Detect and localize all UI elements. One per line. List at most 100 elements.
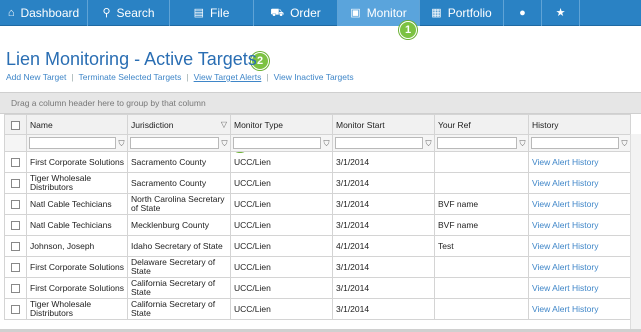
nav-file-label: File <box>210 6 230 20</box>
filter-icon[interactable]: ⛉ <box>621 139 628 148</box>
filter-cell-jurisdiction: ⛉ <box>127 134 231 152</box>
view-alert-history-link[interactable]: View Alert History <box>532 262 598 272</box>
nav-favorites[interactable]: ★ <box>542 0 580 26</box>
cell-history: View Alert History <box>528 298 631 320</box>
nav-user[interactable]: ● <box>504 0 542 26</box>
cell-monitor-type: UCC/Lien <box>230 172 333 194</box>
cell-jurisdiction: Idaho Secretary of State <box>127 235 231 257</box>
filter-icon[interactable]: ⛉ <box>323 139 330 148</box>
row-checkbox[interactable] <box>11 241 20 251</box>
nav-order[interactable]: ⛟ Order <box>254 0 338 26</box>
monitor-icon: ▣ <box>350 6 361 19</box>
view-target-alerts-link[interactable]: View Target Alerts <box>194 72 262 82</box>
cell-jurisdiction: Mecklenburg County <box>127 214 231 236</box>
filter-icon[interactable]: ⛉ <box>221 139 228 148</box>
vertical-scrollbar[interactable] <box>630 134 641 332</box>
row-checkbox[interactable] <box>11 178 20 188</box>
view-alert-history-link[interactable]: View Alert History <box>532 241 598 251</box>
column-header-name[interactable]: Name <box>26 114 128 135</box>
row-select-cell <box>4 277 27 299</box>
nav-dashboard[interactable]: ⌂ Dashboard <box>0 0 88 26</box>
nav-dashboard-label: Dashboard <box>20 6 80 20</box>
grid-filter-row: ⛉ ⛉ ⛉ ⛉ ⛉ ⛉ <box>4 134 631 152</box>
top-navigation: ⌂ Dashboard ⚲ Search ▤ File ⛟ Order ▣ Mo… <box>0 0 641 26</box>
nav-portfolio[interactable]: ▦ Portfolio <box>420 0 504 26</box>
row-checkbox[interactable] <box>11 262 20 272</box>
view-alert-history-link[interactable]: View Alert History <box>532 178 598 188</box>
nav-search[interactable]: ⚲ Search <box>88 0 170 26</box>
page-title: Lien Monitoring - Active Targets <box>6 49 257 69</box>
row-select-cell <box>4 193 27 215</box>
cell-monitor-start: 3/1/2014 <box>332 277 435 299</box>
view-alert-history-link[interactable]: View Alert History <box>532 304 598 314</box>
row-select-cell <box>4 256 27 278</box>
row-checkbox[interactable] <box>11 157 20 167</box>
cell-your-ref: Test <box>434 235 529 257</box>
row-checkbox[interactable] <box>11 283 20 293</box>
add-new-target-link[interactable]: Add New Target <box>6 72 66 82</box>
cell-name: Natl Cable Techicians <box>26 193 128 215</box>
table-row: First Corporate Solutions Sacramento Cou… <box>4 151 631 173</box>
filter-icon[interactable]: ⛉ <box>118 139 125 148</box>
cell-jurisdiction: Delaware Secretary of State <box>127 256 231 278</box>
cell-name: Natl Cable Techicians <box>26 214 128 236</box>
cell-name: Johnson, Joseph <box>26 235 128 257</box>
column-header-your-ref[interactable]: Your Ref <box>434 114 529 135</box>
cell-monitor-start: 3/1/2014 <box>332 214 435 236</box>
monitor-type-filter-input[interactable] <box>233 137 321 149</box>
star-icon: ★ <box>555 6 566 19</box>
cell-history: View Alert History <box>528 214 631 236</box>
row-select-cell <box>4 214 27 236</box>
view-alert-history-link[interactable]: View Alert History <box>532 220 598 230</box>
search-icon: ⚲ <box>102 6 111 19</box>
history-filter-input[interactable] <box>531 137 619 149</box>
nav-monitor-label: Monitor <box>366 6 407 20</box>
row-select-cell <box>4 151 27 173</box>
row-checkbox[interactable] <box>11 304 20 314</box>
cell-your-ref <box>434 277 529 299</box>
nav-search-label: Search <box>116 6 155 20</box>
cell-monitor-start: 3/1/2014 <box>332 256 435 278</box>
cell-monitor-type: UCC/Lien <box>230 151 333 173</box>
grid-header-row: Name Jurisdiction ▽ Monitor Type Monitor … <box>4 114 631 135</box>
view-alert-history-link[interactable]: View Alert History <box>532 157 598 167</box>
view-alert-history-link[interactable]: View Alert History <box>532 283 598 293</box>
table-row: First Corporate Solutions California Sec… <box>4 277 631 299</box>
nav-file[interactable]: ▤ File <box>170 0 254 26</box>
select-all-header <box>4 114 27 135</box>
nav-order-label: Order <box>290 6 321 20</box>
terminate-selected-targets-link[interactable]: Terminate Selected Targets <box>79 72 182 82</box>
column-header-jurisdiction[interactable]: Jurisdiction ▽ <box>127 114 231 135</box>
action-links: Add New Target | Terminate Selected Targ… <box>6 72 354 82</box>
jurisdiction-filter-input[interactable] <box>130 137 219 149</box>
filter-icon[interactable]: ⛉ <box>425 139 432 148</box>
row-select-cell <box>4 172 27 194</box>
column-header-history[interactable]: History <box>528 114 631 135</box>
cell-monitor-type: UCC/Lien <box>230 235 333 257</box>
cell-your-ref: BVF name <box>434 214 529 236</box>
cell-name: Tiger Wholesale Distributors <box>26 172 128 194</box>
separator: | <box>266 72 269 82</box>
view-inactive-targets-link[interactable]: View Inactive Targets <box>274 72 354 82</box>
table-row: Natl Cable Techicians North Carolina Sec… <box>4 193 631 215</box>
cell-monitor-type: UCC/Lien <box>230 298 333 320</box>
select-all-checkbox[interactable] <box>11 120 20 130</box>
cell-monitor-type: UCC/Lien <box>230 256 333 278</box>
table-row: First Corporate Solutions Delaware Secre… <box>4 256 631 278</box>
monitor-start-filter-input[interactable] <box>335 137 423 149</box>
home-icon: ⌂ <box>7 6 15 19</box>
user-icon: ● <box>519 6 526 19</box>
name-filter-input[interactable] <box>29 137 116 149</box>
column-header-monitor-start[interactable]: Monitor Start <box>332 114 435 135</box>
column-header-monitor-type[interactable]: Monitor Type <box>230 114 333 135</box>
row-checkbox[interactable] <box>11 199 20 209</box>
callout-badge-1: 1 <box>399 21 417 39</box>
view-alert-history-link[interactable]: View Alert History <box>532 199 598 209</box>
group-by-drop-zone[interactable]: Drag a column header here to group by th… <box>0 92 641 114</box>
filter-icon[interactable]: ⛉ <box>519 139 526 148</box>
cell-history: View Alert History <box>528 193 631 215</box>
cell-your-ref <box>434 256 529 278</box>
your-ref-filter-input[interactable] <box>437 137 517 149</box>
row-checkbox[interactable] <box>11 220 20 230</box>
filter-cell-name: ⛉ <box>26 134 128 152</box>
